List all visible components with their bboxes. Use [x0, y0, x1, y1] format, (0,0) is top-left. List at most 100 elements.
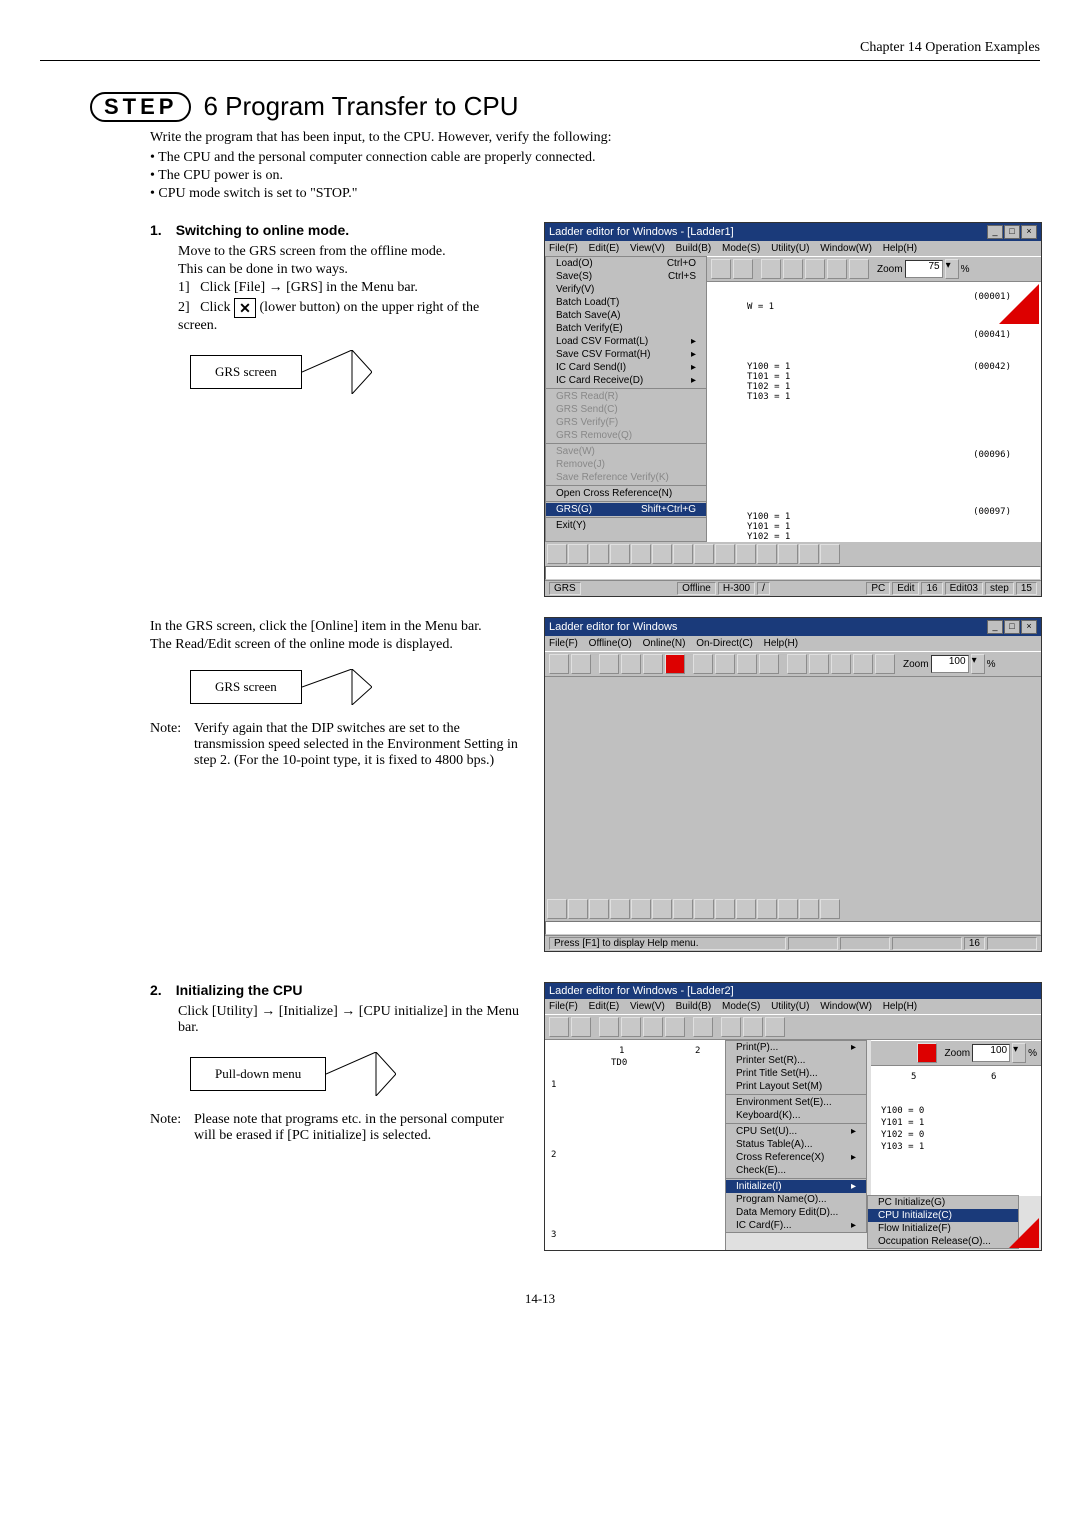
sec1-p1: Move to the GRS screen from the offline … [178, 244, 520, 260]
header-rule [40, 60, 1040, 61]
toolbar-button[interactable] [805, 259, 825, 279]
note-label: Note: [150, 721, 190, 769]
menu-offline[interactable]: Offline(O) [589, 638, 632, 649]
callout-grs-1: GRS screen [190, 350, 520, 394]
sec1-p2: This can be done in two ways. [178, 262, 520, 278]
menu-build[interactable]: Build(B) [676, 243, 712, 254]
sec2-p1: Click [Utility] → [Initialize] → [CPU in… [178, 1004, 520, 1036]
step-heading: STEP 6 Program Transfer to CPU [90, 91, 1040, 122]
sec1-title: Switching to online mode. [176, 222, 349, 238]
sec1-l2-pre: Click [200, 300, 230, 315]
maximize-icon[interactable]: □ [1004, 620, 1020, 634]
toolbar-button[interactable] [849, 259, 869, 279]
zoom-dropdown[interactable]: ▾ [945, 259, 959, 279]
window-title: Ladder editor for Windows [549, 621, 677, 633]
sec2-num: 2. [150, 982, 162, 998]
percent-label: % [1028, 1048, 1037, 1059]
menu-ondirect[interactable]: On-Direct(C) [696, 638, 753, 649]
chapter-header: Chapter 14 Operation Examples [40, 40, 1040, 56]
zoom-label: Zoom [903, 659, 929, 670]
menu-view[interactable]: View(V) [630, 1001, 665, 1012]
intro-text: Write the program that has been input, t… [150, 130, 1040, 146]
sec2-title: Initializing the CPU [176, 982, 303, 998]
callout-box: GRS screen [190, 670, 302, 704]
menu-utility[interactable]: Utility(U) [771, 1001, 809, 1012]
sec1-num: 1. [150, 222, 162, 238]
toolbar-button[interactable] [783, 259, 803, 279]
ladder-canvas: W = 1 Y100 = 1 T101 = 1 T102 = 1 T103 = … [707, 282, 1041, 542]
callout-box: Pull-down menu [190, 1057, 326, 1091]
red-toolbar-button[interactable] [917, 1043, 937, 1063]
menu-edit[interactable]: Edit(E) [589, 1001, 620, 1012]
file-dropdown[interactable]: Load(O)Ctrl+O Save(S)Ctrl+S Verify(V) Ba… [545, 256, 707, 542]
screenshot-3: Ladder editor for Windows - [Ladder2] Fi… [544, 982, 1042, 1251]
menu-file[interactable]: File(F) [549, 1001, 578, 1012]
close-icon[interactable]: × [1021, 620, 1037, 634]
sec1-l2-num: 2] [178, 300, 190, 315]
intro-bullets: • The CPU and the personal computer conn… [150, 150, 1040, 202]
toolbar-button[interactable] [761, 259, 781, 279]
step-title: 6 Program Transfer to CPU [203, 91, 518, 122]
callout-pulldown: Pull-down menu [190, 1052, 520, 1096]
menu-edit[interactable]: Edit(E) [589, 243, 620, 254]
menu-mode[interactable]: Mode(S) [722, 1001, 760, 1012]
menu-item-cpu-initialize[interactable]: CPU Initialize(C) [868, 1209, 1018, 1222]
maximize-icon[interactable]: □ [1004, 225, 1020, 239]
window-title: Ladder editor for Windows - [Ladder2] [549, 985, 734, 997]
bottom-toolbar [545, 542, 1041, 566]
sec2-note: Please note that programs etc. in the pe… [194, 1112, 520, 1144]
menu-mode[interactable]: Mode(S) [722, 243, 760, 254]
sec1-l1-num: 1] [178, 280, 190, 295]
minimize-icon[interactable]: _ [987, 620, 1003, 634]
zoom-label: Zoom [945, 1048, 971, 1059]
screenshot-1: Ladder editor for Windows - [Ladder1] _□… [544, 222, 1042, 597]
menu-window[interactable]: Window(W) [820, 243, 872, 254]
menu-utility[interactable]: Utility(U) [771, 243, 809, 254]
menu-item-initialize[interactable]: Initialize(I)▸ [726, 1180, 866, 1193]
initialize-submenu[interactable]: PC Initialize(G) CPU Initialize(C) Flow … [867, 1195, 1019, 1249]
toolbar-button[interactable] [827, 259, 847, 279]
red-toolbar-button[interactable] [665, 654, 685, 674]
status-bar: GRS Offline H-300 / PC Edit 16 Edit03 st… [545, 580, 1041, 596]
minimize-icon[interactable]: _ [987, 225, 1003, 239]
sec1b-note: Verify again that the DIP switches are s… [194, 721, 520, 769]
menu-file[interactable]: File(F) [549, 243, 578, 254]
menu-file[interactable]: File(F) [549, 638, 578, 649]
percent-label: % [961, 264, 970, 275]
menu-window[interactable]: Window(W) [820, 1001, 872, 1012]
bullet-1: The CPU and the personal computer connec… [158, 150, 595, 165]
percent-label: % [987, 659, 996, 670]
menu-view[interactable]: View(V) [630, 243, 665, 254]
menu-help[interactable]: Help(H) [764, 638, 798, 649]
callout-box: GRS screen [190, 355, 302, 389]
menu-online[interactable]: Online(N) [643, 638, 686, 649]
canvas-empty [545, 677, 1041, 897]
callout-grs-2: GRS screen [190, 669, 520, 705]
status-bar: Press [F1] to display Help menu. 16 [545, 935, 1041, 951]
menu-help[interactable]: Help(H) [883, 243, 917, 254]
menu-build[interactable]: Build(B) [676, 1001, 712, 1012]
toolbar-button[interactable] [711, 259, 731, 279]
close-icon[interactable]: × [1021, 225, 1037, 239]
menubar[interactable]: File(F) Offline(O) Online(N) On-Direct(C… [545, 636, 1041, 651]
menubar[interactable]: File(F) Edit(E) View(V) Build(B) Mode(S)… [545, 999, 1041, 1014]
toolbar-button[interactable] [733, 259, 753, 279]
close-icon: ✕ [234, 298, 256, 318]
bullet-3: CPU mode switch is set to "STOP." [158, 186, 357, 201]
note-label: Note: [150, 1112, 190, 1144]
zoom-dropdown[interactable]: ▾ [971, 654, 985, 674]
window-title: Ladder editor for Windows - [Ladder1] [549, 226, 734, 238]
page-number: 14-13 [40, 1291, 1040, 1307]
menu-help[interactable]: Help(H) [883, 1001, 917, 1012]
bullet-2: The CPU power is on. [158, 168, 283, 183]
zoom-input[interactable]: 75 [905, 260, 943, 278]
zoom-input[interactable]: 100 [972, 1044, 1010, 1062]
zoom-label: Zoom [877, 264, 903, 275]
sec1b-p2: The Read/Edit screen of the online mode … [150, 637, 520, 653]
menu-item-grs[interactable]: GRS(G)Shift+Ctrl+G [546, 503, 706, 516]
step-badge: STEP [90, 92, 191, 122]
menubar[interactable]: File(F) Edit(E) View(V) Build(B) Mode(S)… [545, 241, 1041, 256]
sec1-l1-text: Click [File] → [GRS] in the Menu bar. [200, 280, 418, 295]
zoom-input[interactable]: 100 [931, 655, 969, 673]
utility-dropdown[interactable]: Print(P)...▸ Printer Set(R)... Print Tit… [725, 1040, 867, 1233]
